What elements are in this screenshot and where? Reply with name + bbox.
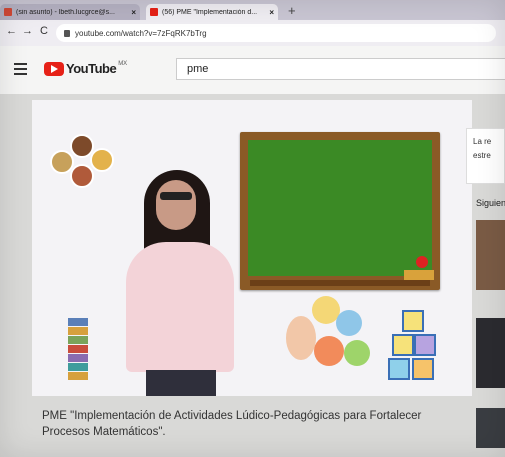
info-box: La re estre: [466, 128, 505, 184]
video-title-line: Procesos Matemáticos".: [42, 426, 166, 438]
close-tab-icon[interactable]: ×: [131, 8, 136, 17]
lock-icon: [64, 29, 70, 37]
search-input[interactable]: pme: [176, 58, 505, 80]
country-code: MX: [118, 61, 128, 67]
forward-button[interactable]: →: [22, 25, 33, 37]
gmail-icon: [4, 8, 12, 16]
browser-tab-bar: (sin asunto) - lbeth.lucgrce@s... × (56)…: [0, 0, 505, 20]
book-stack-illustration: [68, 318, 88, 384]
chalkboard-illustration: [240, 132, 440, 290]
youtube-logo[interactable]: YouTube MX: [44, 61, 127, 76]
abc-letters-illustration: [286, 296, 382, 382]
menu-icon[interactable]: [14, 63, 27, 78]
youtube-logo-text: YouTube: [66, 61, 117, 76]
apple-icon: [416, 256, 428, 268]
tab-label: (sin asunto) - lbeth.lucgrce@s...: [16, 8, 115, 16]
recommended-video-thumbnail[interactable]: [476, 318, 505, 388]
info-box-text: La re: [473, 137, 492, 146]
close-tab-icon[interactable]: ×: [269, 8, 274, 17]
video-title-line: PME "Implementación de Actividades Lúdic…: [42, 410, 422, 422]
youtube-header: YouTube MX pme: [0, 46, 505, 94]
presenter: [120, 170, 240, 396]
recommended-video-thumbnail[interactable]: [476, 220, 505, 290]
url-text: youtube.com/watch?v=7zFqRK7bTrg: [75, 28, 207, 38]
glasses-icon: [160, 192, 192, 200]
reload-button[interactable]: C: [40, 25, 48, 37]
up-next-label: Siguien: [476, 198, 505, 208]
back-button[interactable]: ←: [6, 25, 17, 37]
children-illustration: [50, 128, 114, 192]
new-tab-button[interactable]: +: [288, 3, 296, 18]
info-box-text: estre: [473, 151, 491, 160]
recommended-video-thumbnail[interactable]: [476, 408, 505, 448]
tab-label: (56) PME "Implementación d...: [162, 8, 258, 16]
video-player[interactable]: [32, 100, 472, 396]
youtube-favicon-icon: [150, 8, 158, 16]
search-query: pme: [187, 63, 209, 75]
browser-tab-youtube[interactable]: (56) PME "Implementación d... ×: [146, 4, 278, 20]
address-bar[interactable]: youtube.com/watch?v=7zFqRK7bTrg: [56, 24, 496, 42]
browser-toolbar: ← → C youtube.com/watch?v=7zFqRK7bTrg: [0, 20, 505, 46]
abc-blocks-illustration: [388, 310, 440, 384]
video-title: PME "Implementación de Actividades Lúdic…: [42, 408, 442, 440]
browser-tab-gmail[interactable]: (sin asunto) - lbeth.lucgrce@s... ×: [0, 4, 140, 20]
youtube-play-icon: [44, 61, 64, 76]
